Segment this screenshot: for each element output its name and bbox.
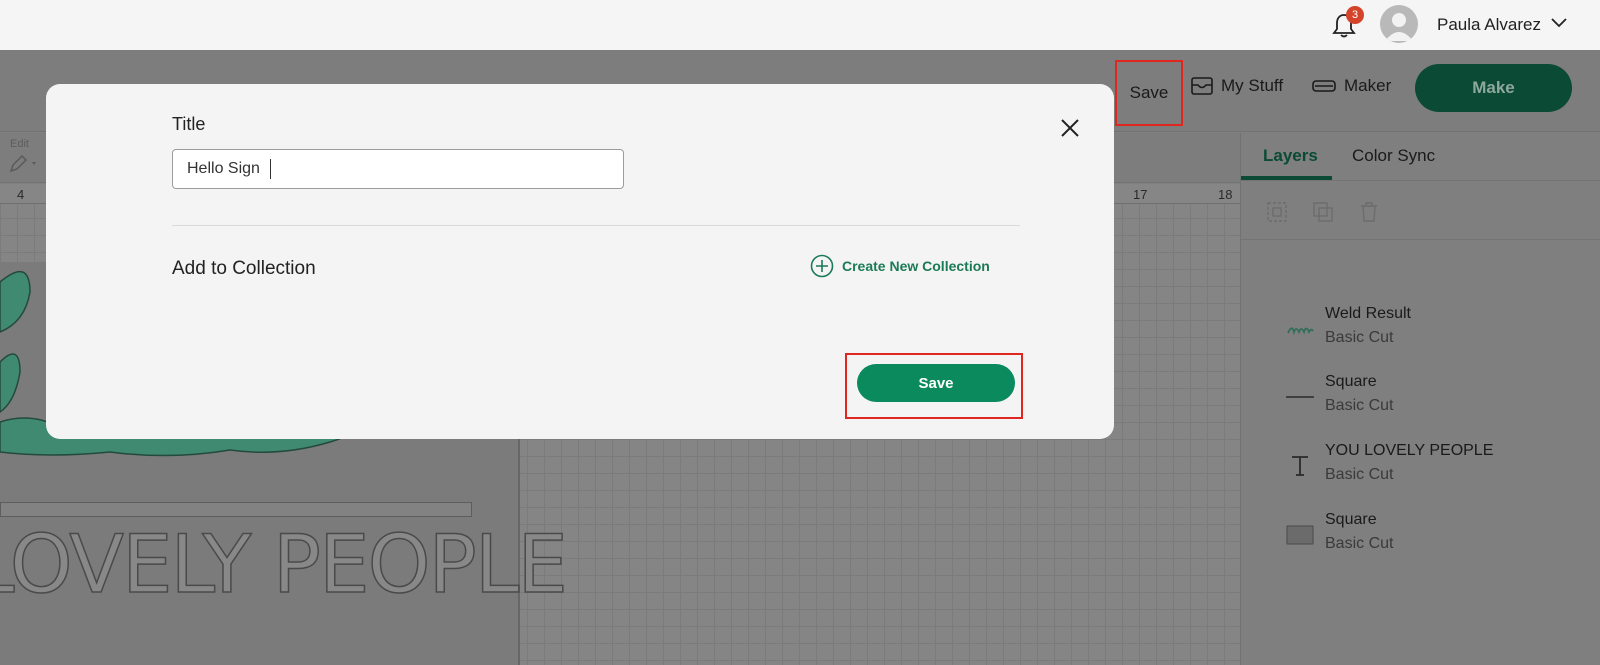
layer-item[interactable]: Square Basic Cut xyxy=(1241,511,1600,579)
title-input[interactable] xyxy=(172,149,624,189)
inbox-tray-icon xyxy=(1191,77,1213,95)
my-stuff-label: My Stuff xyxy=(1221,76,1284,95)
text-caret xyxy=(270,159,271,179)
tab-layers[interactable]: Layers xyxy=(1263,146,1318,166)
pencil-icon[interactable] xyxy=(8,154,40,174)
user-name[interactable]: Paula Alvarez xyxy=(1437,15,1541,35)
make-button[interactable]: Make xyxy=(1415,64,1572,112)
machine-icon xyxy=(1312,80,1336,92)
layer-item[interactable]: Square Basic Cut xyxy=(1241,373,1600,441)
avatar[interactable] xyxy=(1380,5,1418,43)
divider xyxy=(172,225,1020,226)
active-tab-indicator xyxy=(1241,176,1332,180)
dialog-save-button[interactable]: Save xyxy=(857,364,1015,402)
create-new-collection-label: Create New Collection xyxy=(842,258,990,274)
duplicate-icon[interactable] xyxy=(1311,200,1335,224)
panel-tabs: Layers Color Sync xyxy=(1241,133,1600,181)
group-icon[interactable] xyxy=(1265,200,1289,224)
plus-circle-icon xyxy=(810,254,834,278)
maker-label: Maker xyxy=(1344,76,1392,95)
add-to-collection-label: Add to Collection xyxy=(172,258,316,279)
ruler-tick: 4 xyxy=(17,187,25,202)
layer-item[interactable]: YOU LOVELY PEOPLE Basic Cut xyxy=(1241,442,1600,510)
trash-icon[interactable] xyxy=(1357,200,1381,224)
ruler-tick: 18 xyxy=(1218,187,1233,202)
close-icon[interactable] xyxy=(1058,116,1082,140)
lovely-people-text-shape[interactable]: LOVELY PEOPLE xyxy=(0,517,569,612)
layer-operation: Basic Cut xyxy=(1325,535,1394,552)
script-hello-thumb-icon xyxy=(1286,317,1314,341)
layer-operation: Basic Cut xyxy=(1325,329,1394,346)
ruler-tick: 17 xyxy=(1133,187,1148,202)
maker-button[interactable]: Maker xyxy=(1312,76,1391,96)
square-bar-shape[interactable] xyxy=(0,502,472,517)
layers-panel: Layers Color Sync Weld Result Basic Cut xyxy=(1240,133,1600,665)
layer-operation: Basic Cut xyxy=(1325,397,1394,414)
layer-operation: Basic Cut xyxy=(1325,466,1394,483)
user-silhouette-icon xyxy=(1385,13,1413,41)
header-save-label: Save xyxy=(1129,83,1169,102)
create-new-collection-button[interactable]: Create New Collection xyxy=(810,254,990,278)
title-label: Title xyxy=(172,114,206,134)
line-thumb-icon xyxy=(1286,385,1314,409)
header-save-button[interactable]: Save xyxy=(1115,60,1183,126)
layer-item[interactable]: Weld Result Basic Cut xyxy=(1241,305,1600,373)
tab-color-sync[interactable]: Color Sync xyxy=(1352,146,1435,166)
layer-tools xyxy=(1241,182,1600,240)
chevron-down-icon[interactable] xyxy=(1550,16,1568,30)
my-stuff-button[interactable]: My Stuff xyxy=(1191,76,1283,96)
layer-name: YOU LOVELY PEOPLE xyxy=(1325,442,1494,459)
edit-label: Edit xyxy=(10,138,29,150)
save-project-dialog: Title Add to Collection Create New Colle… xyxy=(46,84,1114,439)
notification-badge: 3 xyxy=(1346,6,1364,24)
text-T-icon xyxy=(1286,454,1314,478)
top-account-bar: 3 Paula Alvarez xyxy=(0,0,1600,50)
layer-name: Weld Result xyxy=(1325,305,1411,322)
make-label: Make xyxy=(1472,78,1515,97)
layer-name: Square xyxy=(1325,373,1377,390)
square-thumb-icon xyxy=(1286,523,1314,547)
layer-name: Square xyxy=(1325,511,1377,528)
notifications-button[interactable]: 3 xyxy=(1330,6,1364,40)
